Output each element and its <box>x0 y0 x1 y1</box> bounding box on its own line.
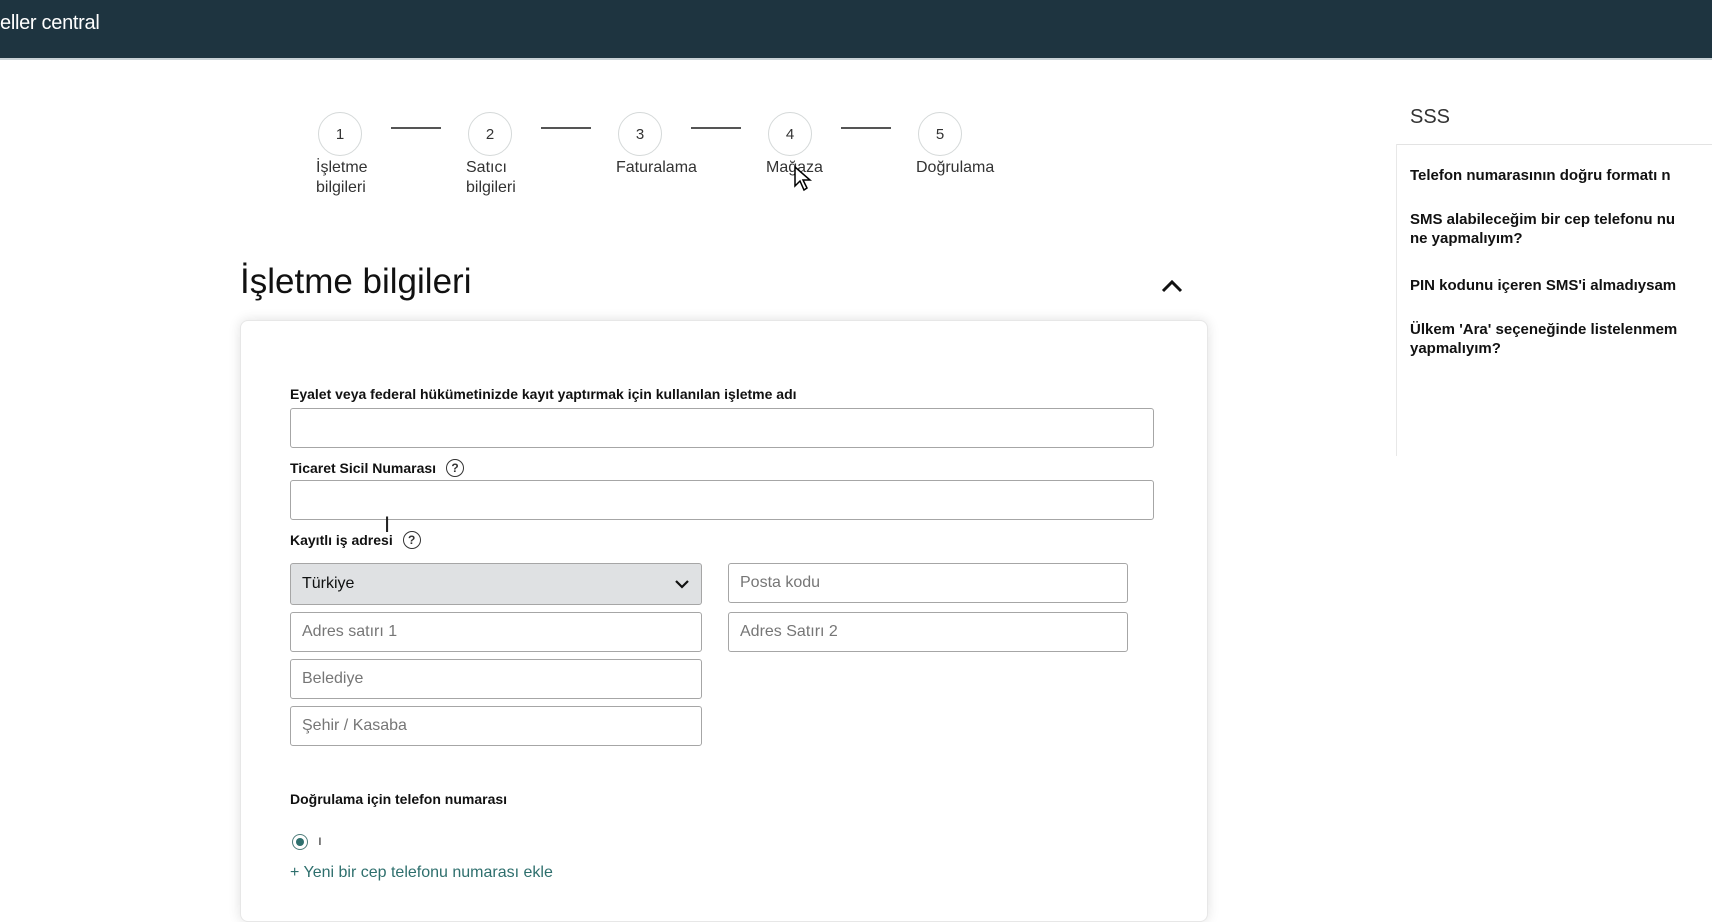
step-connector <box>541 127 591 129</box>
faq-item-pin-not-received[interactable]: PIN kodunu içeren SMS'i almadıysam <box>1410 276 1712 295</box>
question-circle-icon[interactable]: ? <box>446 459 465 477</box>
faq-item-country-not-listed[interactable]: Ülkem 'Ara' seçeneğinde listelenmem yapm… <box>1410 320 1712 358</box>
step-number: 3 <box>618 112 662 156</box>
faq-item-phone-format[interactable]: Telefon numarasının doğru formatı n <box>1410 166 1712 185</box>
brand-logo-text[interactable]: eller central <box>0 12 100 35</box>
step-label: Faturalama <box>616 159 697 176</box>
address-line-1-input[interactable] <box>290 612 702 652</box>
phone-option-radio[interactable] <box>292 834 308 850</box>
step-label: Doğrulama <box>916 159 995 176</box>
verification-phone-label: Doğrulama için telefon numarası <box>290 791 508 807</box>
radio-selected-dot <box>296 838 304 846</box>
address-line-2-input[interactable] <box>728 612 1128 652</box>
chevron-up-icon <box>1161 279 1183 293</box>
step-number: 1 <box>318 112 362 156</box>
faq-divider <box>1396 144 1712 145</box>
step-label: İşletme bilgileri <box>316 159 368 196</box>
mouse-cursor-icon <box>794 166 813 192</box>
add-mobile-number-link[interactable]: + Yeni bir cep telefonu numarası ekle <box>290 864 553 882</box>
city-town-input[interactable] <box>290 706 702 746</box>
top-navigation-bar: eller central <box>0 0 1712 60</box>
business-name-input[interactable] <box>290 408 1154 448</box>
step-number: 2 <box>468 112 512 156</box>
business-name-label: Eyalet veya federal hükümetinizde kayıt … <box>290 386 797 402</box>
country-select[interactable]: Türkiye <box>290 563 702 605</box>
step-number: 5 <box>918 112 962 156</box>
faq-item-no-sms-phone[interactable]: SMS alabileceğim bir cep telefonu nu ne … <box>1410 210 1712 248</box>
faq-border <box>1396 144 1397 456</box>
step-number: 4 <box>768 112 812 156</box>
step-connector <box>391 127 441 129</box>
postal-code-input[interactable] <box>728 563 1128 603</box>
step-label: Satıcı bilgileri <box>466 159 516 196</box>
question-circle-icon[interactable]: ? <box>402 531 421 549</box>
municipality-input[interactable] <box>290 659 702 699</box>
collapse-section-button[interactable] <box>1156 270 1188 302</box>
trade-registry-input[interactable] <box>290 480 1154 520</box>
chevron-down-icon <box>675 580 689 589</box>
trade-registry-label: Ticaret Sicil Numarası ? <box>290 459 465 477</box>
section-title: İşletme bilgileri <box>240 262 472 301</box>
faq-title: SSS <box>1410 106 1451 128</box>
country-selected-value: Türkiye <box>302 575 355 592</box>
phone-option-text: ı <box>318 832 322 848</box>
step-connector <box>691 127 741 129</box>
step-connector <box>841 127 891 129</box>
registered-address-label: Kayıtlı iş adresi ? <box>290 531 421 549</box>
